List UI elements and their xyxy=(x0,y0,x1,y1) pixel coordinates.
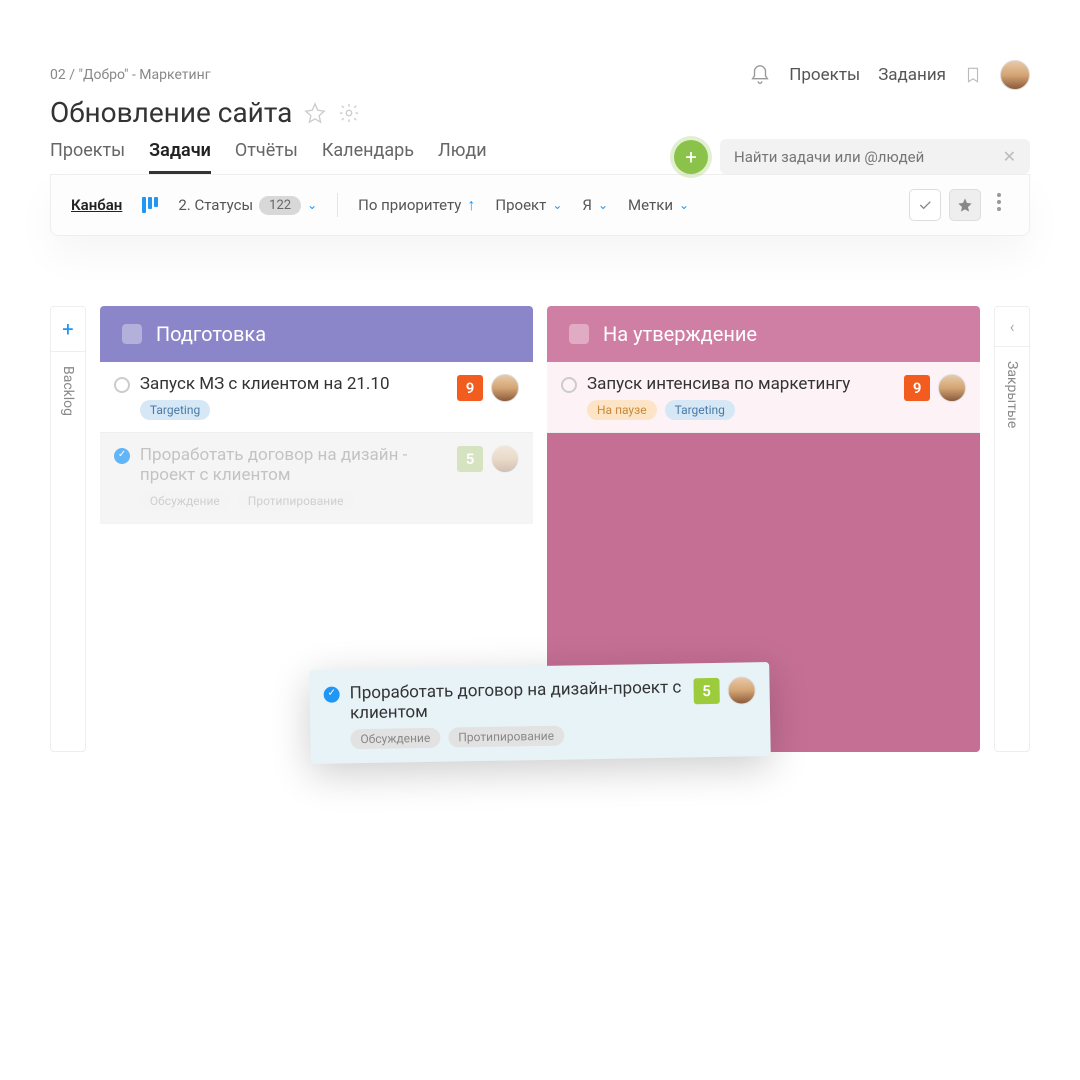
expand-closed-button[interactable]: ‹ xyxy=(995,307,1029,347)
task-checkbox[interactable] xyxy=(114,377,130,393)
column-title: На утверждение xyxy=(603,322,757,346)
column-header[interactable]: На утверждение xyxy=(547,306,980,362)
tag[interactable]: Targeting xyxy=(140,400,210,420)
task-score: 9 xyxy=(904,375,930,401)
task-score: 5 xyxy=(693,678,719,704)
more-menu[interactable] xyxy=(989,189,1009,221)
tab-projects[interactable]: Проекты xyxy=(50,140,125,174)
add-button[interactable]: + xyxy=(674,140,708,174)
star-icon[interactable] xyxy=(304,102,326,124)
task-card[interactable]: Проработать договор на дизайн - проект с… xyxy=(100,433,533,524)
task-checkbox[interactable] xyxy=(324,686,340,702)
task-checkbox[interactable] xyxy=(561,377,577,393)
chevron-down-icon: ⌄ xyxy=(307,198,317,212)
filter-me[interactable]: Я ⌄ xyxy=(582,196,608,214)
tag[interactable]: Обсуждение xyxy=(350,728,440,750)
view-kanban[interactable]: Канбан xyxy=(71,196,122,214)
task-title: Проработать договор на дизайн - проект с… xyxy=(140,445,447,485)
column-header[interactable]: Подготовка xyxy=(100,306,533,362)
dragging-card[interactable]: Проработать договор на дизайн-проект с к… xyxy=(309,662,771,764)
bookmark-icon[interactable] xyxy=(964,63,982,87)
assignee-avatar[interactable] xyxy=(938,374,966,402)
nav-tasks[interactable]: Задания xyxy=(878,65,946,85)
task-title: Запуск интенсива по маркетингу xyxy=(587,374,894,394)
check-button[interactable] xyxy=(909,189,941,221)
chevron-down-icon: ⌄ xyxy=(552,198,562,212)
tag[interactable]: Targeting xyxy=(665,400,735,420)
filter-statuses[interactable]: 2. Статусы 122 ⌄ xyxy=(178,196,317,215)
tag[interactable]: Обсуждение xyxy=(140,491,230,511)
closed-label: Закрытые xyxy=(1004,347,1020,442)
check-icon xyxy=(917,197,933,213)
assignee-avatar[interactable] xyxy=(491,445,519,473)
task-checkbox[interactable] xyxy=(114,448,130,464)
bell-icon[interactable] xyxy=(749,64,771,86)
star-icon xyxy=(957,197,973,213)
backlog-label: Backlog xyxy=(60,352,76,430)
task-title: Запуск МЗ с клиентом на 21.10 xyxy=(140,374,447,394)
assignee-avatar[interactable] xyxy=(727,676,755,704)
task-card[interactable]: Запуск МЗ с клиентом на 21.10 Targeting … xyxy=(100,362,533,433)
assignee-avatar[interactable] xyxy=(491,374,519,402)
task-title: Проработать договор на дизайн-проект с к… xyxy=(349,677,684,723)
tag[interactable]: Протипирование xyxy=(238,491,354,511)
nav-projects[interactable]: Проекты xyxy=(789,65,860,85)
status-count-badge: 122 xyxy=(259,196,301,215)
tag[interactable]: Протипирование xyxy=(448,726,564,748)
column-checkbox[interactable] xyxy=(569,324,589,344)
task-score: 5 xyxy=(457,446,483,472)
filter-labels[interactable]: Метки ⌄ xyxy=(628,196,689,214)
separator xyxy=(337,193,338,217)
task-score: 9 xyxy=(457,375,483,401)
chevron-down-icon: ⌄ xyxy=(679,198,689,212)
add-column-button[interactable]: + xyxy=(51,307,85,352)
task-card[interactable]: Запуск интенсива по маркетингу На паузе … xyxy=(547,362,980,433)
tab-reports[interactable]: Отчёты xyxy=(235,140,298,174)
chevron-down-icon: ⌄ xyxy=(598,198,608,212)
sidebar-backlog[interactable]: + Backlog xyxy=(50,306,86,752)
tab-tasks[interactable]: Задачи xyxy=(149,140,211,174)
column-checkbox[interactable] xyxy=(122,324,142,344)
page-title: Обновление сайта xyxy=(50,96,292,129)
kanban-icon xyxy=(142,197,158,213)
column-title: Подготовка xyxy=(156,322,266,346)
arrow-up-icon: ↑ xyxy=(467,195,475,215)
search-input[interactable]: ✕ xyxy=(720,139,1030,174)
star-button[interactable] xyxy=(949,189,981,221)
sidebar-closed[interactable]: ‹ Закрытые xyxy=(994,306,1030,752)
tab-calendar[interactable]: Календарь xyxy=(322,140,414,174)
user-avatar[interactable] xyxy=(1000,60,1030,90)
search-field[interactable] xyxy=(734,148,1003,166)
breadcrumb[interactable]: 02 / "Добро" - Маркетинг xyxy=(50,67,211,83)
gear-icon[interactable] xyxy=(338,102,360,124)
filter-project[interactable]: Проект ⌄ xyxy=(495,196,562,214)
clear-search-icon[interactable]: ✕ xyxy=(1003,147,1016,166)
tag[interactable]: На паузе xyxy=(587,400,657,420)
tab-people[interactable]: Люди xyxy=(438,140,487,174)
sort-priority[interactable]: По приоритету ↑ xyxy=(358,195,475,215)
